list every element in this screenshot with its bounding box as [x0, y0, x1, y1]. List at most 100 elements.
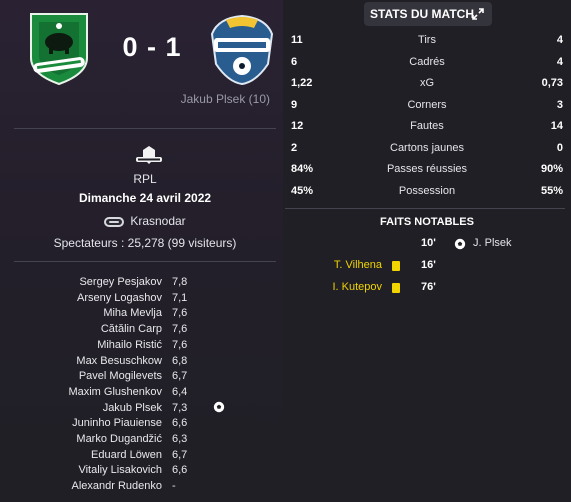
yellow-card-icon [392, 261, 400, 271]
stat-label: Passes réussies [386, 163, 468, 175]
player-row[interactable]: Pavel Mogilevets 6,7 [14, 370, 274, 386]
player-name: Vitaliy Lisakovich [78, 464, 162, 477]
player-row[interactable]: Arseny Logashov 7,1 [14, 292, 274, 308]
stadium-line[interactable]: Krasnodar [14, 214, 276, 228]
attendance: Spectateurs : 25,278 (99 visiteurs) [53, 236, 237, 250]
stat-label: Fautes [410, 120, 444, 132]
stat-label: Possession [398, 184, 456, 197]
player-rating: 7,3 [172, 401, 188, 414]
stadium-icon [104, 216, 125, 227]
stat-row: 9 Corners 3 [291, 99, 563, 115]
player-rating: 6,7 [172, 448, 188, 461]
tab-match-stats[interactable]: STATS DU MATCH [364, 2, 492, 26]
stat-home-value: 84% [291, 163, 314, 175]
player-name: Sergey Pesjakov [79, 276, 162, 288]
stadium-name: Krasnodar [130, 214, 186, 228]
divider [285, 208, 565, 209]
stat-row: 12 Fautes 14 [291, 120, 563, 136]
player-name: Marko Dugandžić [76, 433, 162, 445]
stat-away-value: 0,73 [541, 77, 563, 89]
stat-row: 11 Tirs 4 [291, 34, 563, 50]
stat-row: 1,22 xG 0,73 [291, 77, 563, 93]
player-row[interactable]: Vitaliy Lisakovich 6,6 [14, 464, 274, 480]
player-name: Maxim Glushenkov [68, 385, 162, 398]
player-rating: 7,6 [172, 307, 188, 320]
player-name: Arseny Logashov [77, 291, 162, 304]
stat-away-value: 0 [556, 141, 563, 154]
away-scorer: Jakub Plsek (10) [180, 92, 270, 106]
stat-home-value: 45% [291, 184, 314, 197]
player-name: Cătălin Carp [100, 323, 162, 336]
player-row[interactable]: Eduard Löwen 6,7 [14, 449, 274, 465]
stat-home-value: 12 [291, 120, 304, 132]
player-rating: 6,3 [172, 433, 188, 445]
stat-away-value: 3 [556, 98, 563, 111]
stat-home-value: 6 [291, 55, 298, 68]
divider [14, 261, 276, 262]
player-name: Jakub Plsek [102, 401, 162, 414]
stat-label: Cartons jaunes [390, 141, 464, 154]
event-player[interactable]: J. Plsek [473, 237, 512, 249]
stat-label: xG [419, 77, 435, 89]
player-name: Juninho Piauiense [72, 417, 162, 430]
player-row[interactable]: Maxim Glushenkov 6,4 [14, 386, 274, 402]
player-rating: 6,4 [172, 385, 188, 398]
away-team-crest[interactable] [208, 12, 276, 86]
stat-away-value: 55% [540, 184, 563, 197]
notable-events-title: FAITS NOTABLES [380, 216, 474, 228]
player-row[interactable]: Cătălin Carp 7,6 [14, 323, 274, 339]
player-row[interactable]: Jakub Plsek 7,3 [14, 401, 274, 418]
stat-row: 84% Passes réussies 90% [291, 163, 563, 179]
stat-home-value: 2 [291, 141, 298, 154]
player-name: Mihailo Ristić [97, 338, 162, 351]
divider [14, 128, 276, 129]
player-rating: 6,7 [172, 370, 188, 383]
stat-home-value: 1,22 [291, 77, 313, 89]
competition-name[interactable]: RPL [14, 172, 276, 186]
match-score: 0 - 1 [122, 32, 182, 62]
stat-away-value: 14 [550, 120, 563, 132]
player-row[interactable]: Alexandr Rudenko - [14, 480, 274, 496]
stat-row: 45% Possession 55% [291, 185, 563, 201]
player-name: Max Besuschkow [76, 354, 162, 367]
match-stats-panel [283, 0, 571, 502]
stat-away-value: 4 [556, 55, 563, 68]
player-name: Alexandr Rudenko [71, 480, 162, 493]
event-minute: 10' [421, 237, 436, 249]
match-date: Dimanche 24 avril 2022 [78, 191, 212, 205]
player-row[interactable]: Miha Mevlja 7,6 [14, 307, 274, 323]
player-rating: 7,6 [172, 323, 188, 336]
player-row[interactable]: Sergey Pesjakov 7,8 [14, 276, 274, 292]
event-player[interactable]: I. Kutepov [282, 281, 382, 293]
stat-away-value: 4 [556, 34, 563, 46]
stat-row: 6 Cadrés 4 [291, 56, 563, 72]
home-team-crest[interactable] [25, 12, 93, 86]
player-row[interactable]: Max Besuschkow 6,8 [14, 355, 274, 371]
stat-home-value: 11 [291, 34, 303, 46]
player-name: Pavel Mogilevets [78, 370, 162, 383]
stat-row: 2 Cartons jaunes 0 [291, 142, 563, 158]
goal-ball-icon [454, 238, 466, 250]
player-name: Miha Mevlja [103, 307, 162, 320]
expand-icon[interactable] [472, 8, 484, 20]
player-row[interactable]: Marko Dugandžić 6,3 [14, 433, 274, 449]
event-minute: 76' [421, 281, 436, 293]
player-rating: 6,6 [172, 417, 188, 430]
tab-match-stats-label: STATS DU MATCH [370, 7, 474, 21]
stat-label: Tirs [418, 34, 436, 46]
stat-label: Cadrés [409, 55, 445, 68]
player-rating: 6,6 [172, 464, 188, 477]
player-rating: 6,8 [172, 354, 188, 367]
event-minute: 16' [421, 259, 436, 271]
player-rating: 7,8 [172, 276, 188, 288]
player-name: Eduard Löwen [91, 448, 162, 461]
stat-label: Corners [407, 98, 447, 111]
player-row[interactable]: Mihailo Ristić 7,6 [14, 339, 274, 355]
goal-ball-icon [213, 401, 225, 412]
player-row[interactable]: Juninho Piauiense 6,6 [14, 417, 274, 433]
competition-logo-icon [136, 146, 162, 164]
event-player[interactable]: T. Vilhena [282, 259, 382, 271]
stat-away-value: 90% [540, 163, 563, 175]
yellow-card-icon [392, 283, 400, 293]
player-rating: 7,1 [172, 291, 188, 304]
